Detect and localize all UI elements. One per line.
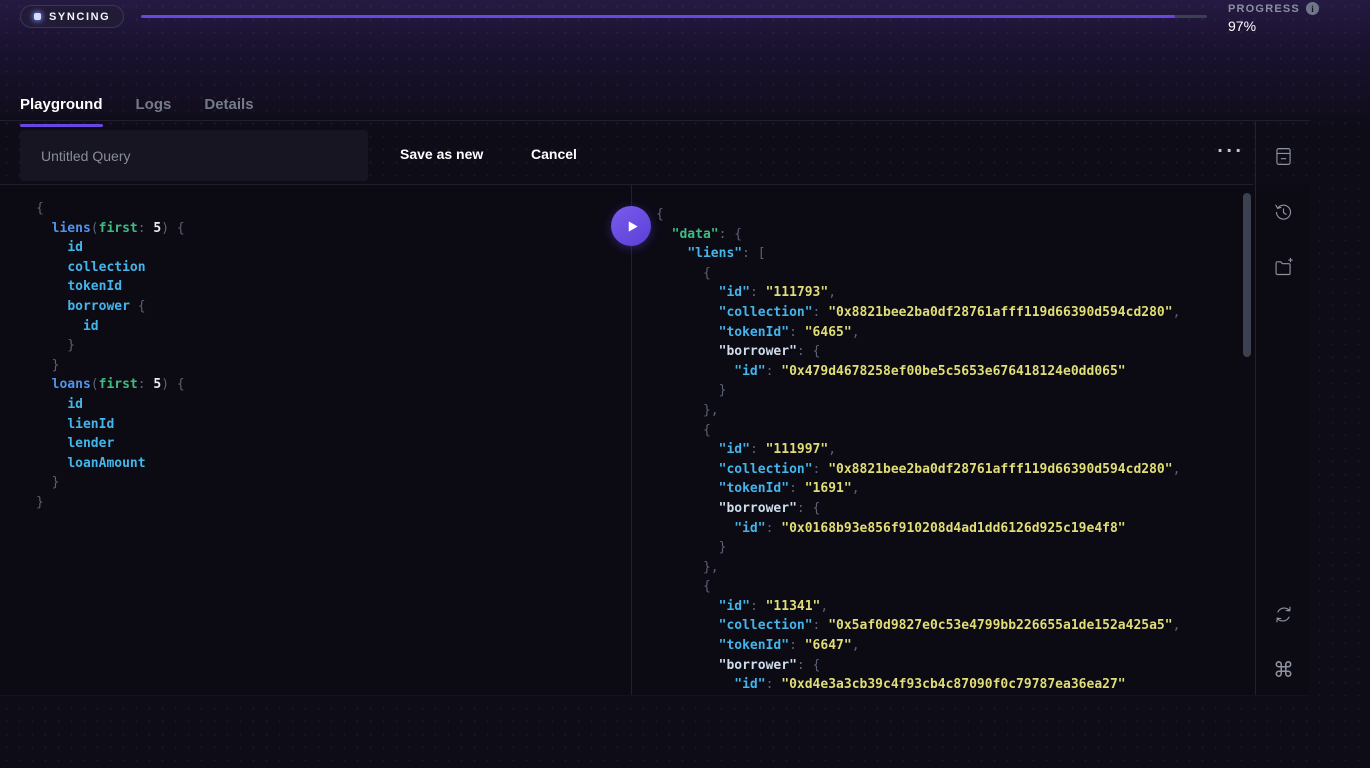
history-icon[interactable] (1272, 201, 1295, 224)
main-tabs: Playground Logs Details (20, 96, 254, 127)
code-line: id (36, 395, 185, 415)
saved-queries-icon[interactable] (1272, 145, 1295, 168)
code-line: "id": "0x479d4678258ef00be5c5653e6764181… (656, 362, 1180, 382)
progress-info: PROGRESS i 97% (1228, 2, 1319, 34)
sync-status-label: SYNCING (49, 11, 110, 23)
refresh-icon[interactable] (1272, 603, 1295, 626)
code-line: "collection": "0x5af0d9827e0c53e4799bb22… (656, 616, 1180, 636)
code-line: { (656, 264, 1180, 284)
tabs-divider (0, 120, 1310, 121)
code-line: "borrower": { (656, 499, 1180, 519)
code-line: } (656, 538, 1180, 558)
code-line: "tokenId": "6465", (656, 323, 1180, 343)
playground-workspace: { liens(first: 5) { id collection tokenI… (0, 185, 1310, 696)
progress-percent-value: 97% (1228, 18, 1319, 34)
code-line: "collection": "0x8821bee2ba0df28761afff1… (656, 303, 1180, 323)
code-line: "id": "0x0168b93e856f910208d4ad1dd6126d9… (656, 519, 1180, 539)
code-line: } (36, 336, 185, 356)
code-line: { (656, 577, 1180, 597)
code-line: lienId (36, 415, 185, 435)
code-line: liens(first: 5) { (36, 219, 185, 239)
code-line: "id": "111997", (656, 440, 1180, 460)
code-line: loans(first: 5) { (36, 375, 185, 395)
run-query-button[interactable] (611, 206, 651, 246)
code-line: }, (656, 558, 1180, 578)
code-line: } (36, 356, 185, 376)
code-line: } (36, 473, 185, 493)
pane-divider[interactable] (631, 185, 632, 695)
subgraph-playground-screen: SYNCING PROGRESS i 97% Playground Logs D… (0, 0, 1370, 768)
tab-playground[interactable]: Playground (20, 96, 103, 127)
tab-details[interactable]: Details (204, 96, 253, 127)
save-as-new-button[interactable]: Save as new (400, 146, 483, 162)
code-line: } (656, 381, 1180, 401)
query-editor[interactable]: { liens(first: 5) { id collection tokenI… (36, 199, 185, 513)
code-line: "liens": [ (656, 244, 1180, 264)
code-line: tokenId (36, 277, 185, 297)
code-line: "id": "111793", (656, 283, 1180, 303)
progress-fill (141, 15, 1175, 18)
code-line: "borrower": { (656, 656, 1180, 676)
code-line: "id": "11341", (656, 597, 1180, 617)
code-line: id (36, 317, 185, 337)
code-line: loanAmount (36, 454, 185, 474)
keyboard-shortcuts-icon[interactable]: ⌘ (1272, 658, 1295, 681)
code-line: collection (36, 258, 185, 278)
code-line: "tokenId": "1691", (656, 479, 1180, 499)
query-name-input[interactable] (20, 130, 368, 181)
code-line: "borrower": { (656, 342, 1180, 362)
cancel-button[interactable]: Cancel (531, 146, 577, 162)
status-dot-icon (34, 13, 41, 20)
progress-label: PROGRESS (1228, 3, 1300, 15)
code-line: lender (36, 434, 185, 454)
rail-divider (1255, 121, 1256, 695)
code-line: } (36, 493, 185, 513)
code-line: "id": "0xd4e3a3cb39c4f93cb4c87090f0c7978… (656, 675, 1180, 695)
info-icon[interactable]: i (1306, 2, 1319, 15)
new-collection-icon[interactable] (1272, 256, 1295, 279)
play-icon (625, 219, 640, 234)
code-line: "data": { (656, 225, 1180, 245)
query-results: { "data": { "liens": [ { "id": "111793",… (656, 205, 1180, 695)
code-line: { (656, 421, 1180, 441)
code-line: id (36, 238, 185, 258)
code-line: "tokenId": "6647", (656, 636, 1180, 656)
code-line: }, (656, 401, 1180, 421)
code-line: borrower { (36, 297, 185, 317)
sync-progress-bar (141, 15, 1207, 18)
tab-logs[interactable]: Logs (136, 96, 172, 127)
more-options-icon[interactable]: ··· (1211, 140, 1250, 161)
command-glyph: ⌘ (1273, 658, 1294, 682)
code-line: { (36, 199, 185, 219)
code-line: "collection": "0x8821bee2ba0df28761afff1… (656, 460, 1180, 480)
sync-status-badge: SYNCING (20, 5, 124, 28)
code-line: { (656, 205, 1180, 225)
results-scrollbar[interactable] (1243, 193, 1251, 357)
